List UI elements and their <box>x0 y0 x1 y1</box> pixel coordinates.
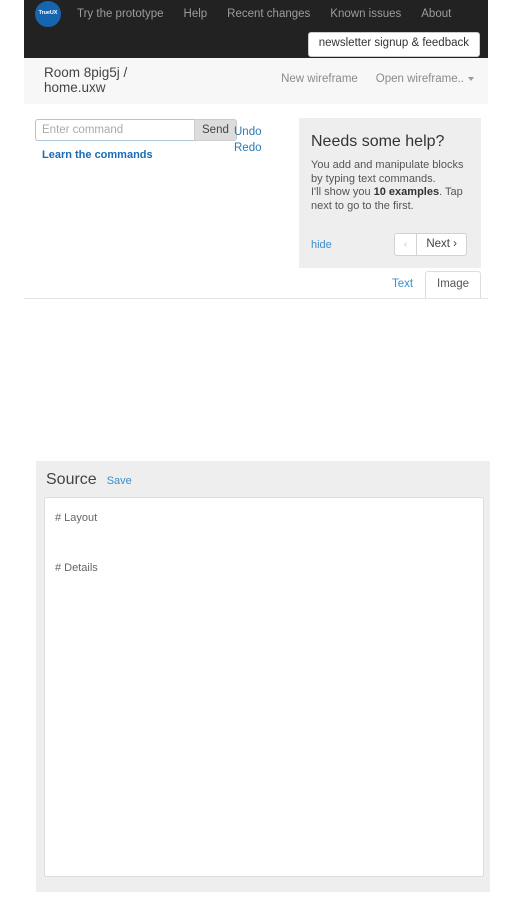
nav-link-known-issues[interactable]: Known issues <box>320 0 411 28</box>
pager-prev-button[interactable]: ‹ <box>395 234 418 255</box>
source-panel-header: Source Save <box>44 471 484 497</box>
room-header: Room 8pig5j / home.uxw New wireframe Ope… <box>24 58 488 104</box>
learn-the-commands-link[interactable]: Learn the commands <box>42 149 153 161</box>
new-wireframe-button[interactable]: New wireframe <box>281 73 358 85</box>
source-panel: Source Save <box>36 461 490 892</box>
help-pager: ‹ Next › <box>393 233 467 256</box>
pager-next-button[interactable]: Next › <box>417 234 466 255</box>
help-body-examples-count: 10 examples <box>373 186 440 198</box>
save-source-link[interactable]: Save <box>107 475 132 487</box>
help-panel-footer: hide ‹ Next › <box>311 233 467 256</box>
send-button[interactable]: Send <box>194 119 237 141</box>
source-panel-title: Source <box>46 471 97 488</box>
nav-link-help[interactable]: Help <box>174 0 218 28</box>
help-panel-title: Needs some help? <box>311 133 445 150</box>
brand-logo-icon: TrueUX <box>35 1 61 27</box>
command-input-group: Send <box>35 119 237 141</box>
source-textarea[interactable] <box>44 497 484 877</box>
nav-link-try-the-prototype[interactable]: Try the prototype <box>63 0 174 28</box>
brand-logo[interactable]: TrueUX <box>33 0 63 28</box>
page-title: Room 8pig5j / home.uxw <box>44 65 128 95</box>
wireframe-canvas[interactable] <box>24 299 488 451</box>
nav-link-about[interactable]: About <box>411 0 461 28</box>
room-header-actions: New wireframe Open wireframe.. <box>281 73 474 85</box>
top-navbar: TrueUX Try the prototype Help Recent cha… <box>24 0 488 58</box>
tab-image[interactable]: Image <box>425 271 481 299</box>
navbar-links-row: TrueUX Try the prototype Help Recent cha… <box>24 0 488 28</box>
brand-logo-label: TrueUX <box>38 10 58 17</box>
help-panel: Needs some help? You add and manipulate … <box>299 118 481 268</box>
undo-button[interactable]: Undo <box>234 125 262 139</box>
page-title-line-2: home.uxw <box>44 79 106 95</box>
open-wireframe-label: Open wireframe.. <box>375 73 464 85</box>
command-input[interactable] <box>35 119 194 141</box>
help-body-line-1: You add and manipulate blocks by typing … <box>311 159 464 185</box>
page-title-line-1: Room 8pig5j / <box>44 65 128 80</box>
tab-text[interactable]: Text <box>380 271 425 299</box>
newsletter-signup-button[interactable]: newsletter signup & feedback <box>307 32 480 57</box>
undo-redo-group: Undo Redo <box>234 125 262 155</box>
newsletter-button-wrap: newsletter signup & feedback <box>307 32 480 57</box>
chevron-down-icon <box>468 76 474 81</box>
view-tabs: Text Image <box>380 271 481 299</box>
hide-help-link[interactable]: hide <box>311 239 332 251</box>
open-wireframe-dropdown[interactable]: Open wireframe.. <box>376 73 474 85</box>
help-panel-body: You add and manipulate blocks by typing … <box>311 159 467 213</box>
help-body-line-2-prefix: I'll show you <box>311 186 374 198</box>
nav-link-recent-changes[interactable]: Recent changes <box>217 0 320 28</box>
redo-button[interactable]: Redo <box>234 141 262 155</box>
